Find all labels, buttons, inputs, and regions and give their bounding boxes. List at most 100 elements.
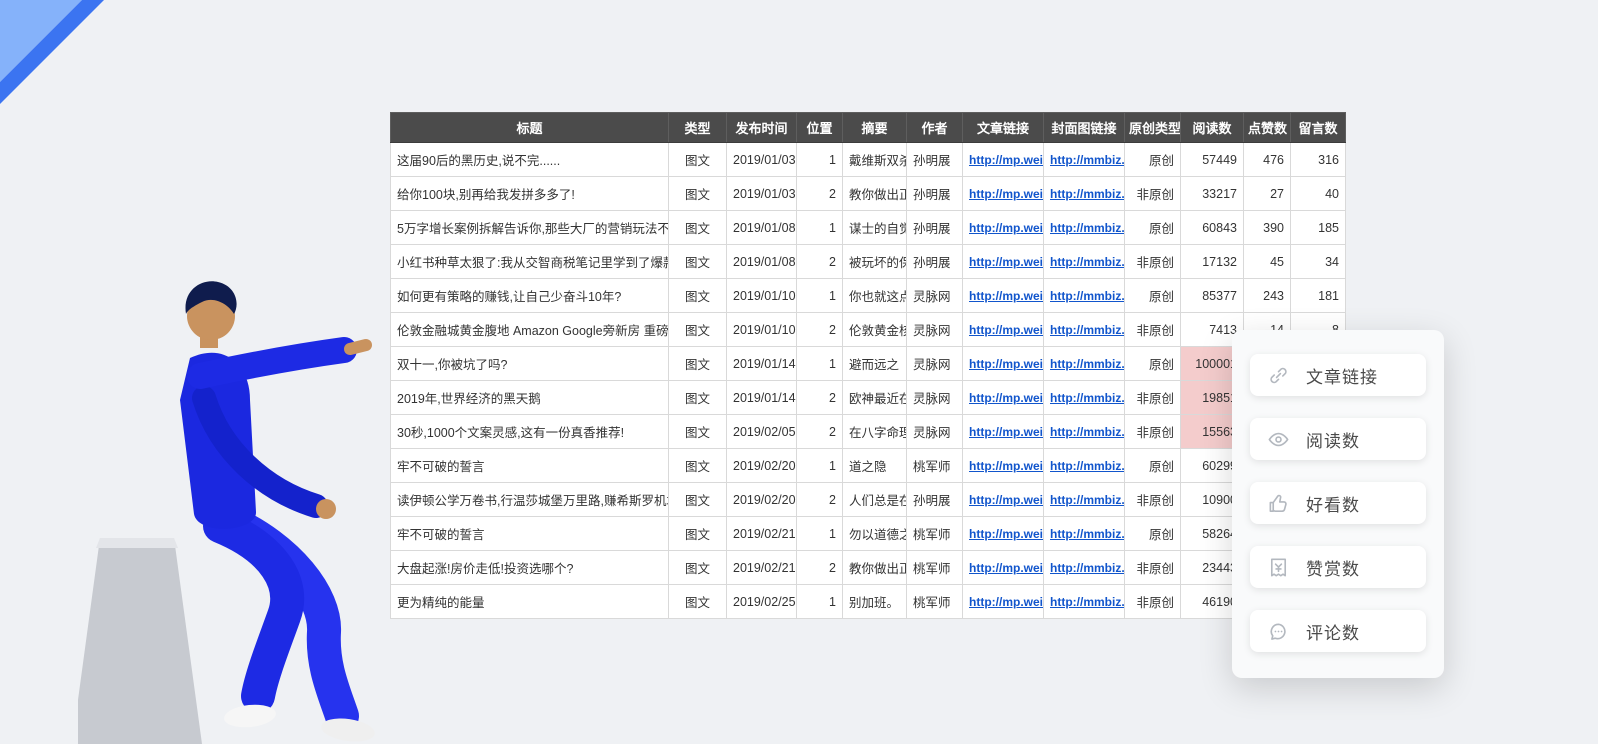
column-header: 摘要 — [843, 113, 907, 143]
cell-link[interactable]: http://mp.weix — [963, 415, 1044, 449]
cell-orig: 原创 — [1125, 211, 1181, 245]
article-link[interactable]: http://mp.weix — [969, 459, 1044, 473]
cell-date: 2019/02/25 — [727, 585, 797, 619]
menu-item-like-count[interactable]: 好看数 — [1250, 482, 1426, 524]
cell-link[interactable]: http://mp.weix — [963, 483, 1044, 517]
cover-link[interactable]: http://mmbiz.c — [1050, 493, 1125, 507]
cover-link[interactable]: http://mmbiz.c — [1050, 391, 1125, 405]
cell-date: 2019/02/20 — [727, 449, 797, 483]
link-icon — [1266, 363, 1290, 387]
cover-link[interactable]: http://mmbiz.c — [1050, 221, 1125, 235]
table-row: 2019年,世界经济的黑天鹅图文2019/01/142欧神最近在吐灵脉网http… — [391, 381, 1346, 415]
menu-item-read-count[interactable]: 阅读数 — [1250, 418, 1426, 460]
menu-item-comment-count[interactable]: 评论数 — [1250, 610, 1426, 652]
cover-link[interactable]: http://mmbiz.c — [1050, 323, 1125, 337]
cell-orig: 非原创 — [1125, 585, 1181, 619]
cover-link[interactable]: http://mmbiz.c — [1050, 255, 1125, 269]
article-link[interactable]: http://mp.weix — [969, 187, 1044, 201]
cell-cover[interactable]: http://mmbiz.c — [1044, 245, 1125, 279]
cell-orig: 原创 — [1125, 279, 1181, 313]
cover-link[interactable]: http://mmbiz.c — [1050, 459, 1125, 473]
cell-summary: 戴维斯双杀 — [843, 143, 907, 177]
cell-reads: 17132 — [1181, 245, 1244, 279]
cell-link[interactable]: http://mp.weix — [963, 279, 1044, 313]
article-link[interactable]: http://mp.weix — [969, 255, 1044, 269]
eye-icon — [1266, 427, 1290, 451]
cell-cover[interactable]: http://mmbiz.c — [1044, 483, 1125, 517]
article-link[interactable]: http://mp.weix — [969, 527, 1044, 541]
article-link[interactable]: http://mp.weix — [969, 391, 1044, 405]
cell-orig: 非原创 — [1125, 483, 1181, 517]
cell-link[interactable]: http://mp.weix — [963, 313, 1044, 347]
column-header: 文章链接 — [963, 113, 1044, 143]
cell-title: 更为精纯的能量 — [391, 585, 669, 619]
cell-author: 孙明展 — [907, 245, 963, 279]
cell-title: 这届90后的黑历史,说不完...... — [391, 143, 669, 177]
cell-link[interactable]: http://mp.weix — [963, 177, 1044, 211]
cover-link[interactable]: http://mmbiz.c — [1050, 527, 1125, 541]
cell-cover[interactable]: http://mmbiz.c — [1044, 381, 1125, 415]
cell-title: 小红书种草太狠了:我从交智商税笔记里学到了爆款套 — [391, 245, 669, 279]
cell-orig: 原创 — [1125, 449, 1181, 483]
article-link[interactable]: http://mp.weix — [969, 493, 1044, 507]
cover-link[interactable]: http://mmbiz.c — [1050, 289, 1125, 303]
table-row: 30秒,1000个文案灵感,这有一份真香推荐!图文2019/02/052在八字命… — [391, 415, 1346, 449]
cell-link[interactable]: http://mp.weix — [963, 585, 1044, 619]
cell-title: 30秒,1000个文案灵感,这有一份真香推荐! — [391, 415, 669, 449]
cell-pos: 1 — [797, 517, 843, 551]
cell-cover[interactable]: http://mmbiz.c — [1044, 177, 1125, 211]
cell-orig: 原创 — [1125, 517, 1181, 551]
article-link[interactable]: http://mp.weix — [969, 595, 1044, 609]
cell-link[interactable]: http://mp.weix — [963, 347, 1044, 381]
cell-cover[interactable]: http://mmbiz.c — [1044, 211, 1125, 245]
cell-summary: 教你做出正确 — [843, 551, 907, 585]
cell-link[interactable]: http://mp.weix — [963, 211, 1044, 245]
article-link[interactable]: http://mp.weix — [969, 153, 1044, 167]
cell-author: 孙明展 — [907, 483, 963, 517]
cell-link[interactable]: http://mp.weix — [963, 551, 1044, 585]
cover-link[interactable]: http://mmbiz.c — [1050, 425, 1125, 439]
cover-link[interactable]: http://mmbiz.c — [1050, 561, 1125, 575]
cell-date: 2019/01/08 — [727, 211, 797, 245]
article-link[interactable]: http://mp.weix — [969, 221, 1044, 235]
cell-cover[interactable]: http://mmbiz.c — [1044, 517, 1125, 551]
article-link[interactable]: http://mp.weix — [969, 289, 1044, 303]
article-link[interactable]: http://mp.weix — [969, 425, 1044, 439]
cell-title: 如何更有策略的赚钱,让自己少奋斗10年? — [391, 279, 669, 313]
cell-link[interactable]: http://mp.weix — [963, 449, 1044, 483]
cell-cover[interactable]: http://mmbiz.c — [1044, 585, 1125, 619]
menu-item-article-link[interactable]: 文章链接 — [1250, 354, 1426, 396]
cell-title: 5万字增长案例拆解告诉你,那些大厂的营销玩法不过如 — [391, 211, 669, 245]
cell-link[interactable]: http://mp.weix — [963, 381, 1044, 415]
cell-cover[interactable]: http://mmbiz.c — [1044, 279, 1125, 313]
table-row: 如何更有策略的赚钱,让自己少奋斗10年?图文2019/01/101你也就这点见灵… — [391, 279, 1346, 313]
cell-type: 图文 — [669, 143, 727, 177]
article-link[interactable]: http://mp.weix — [969, 561, 1044, 575]
column-header: 类型 — [669, 113, 727, 143]
cell-link[interactable]: http://mp.weix — [963, 517, 1044, 551]
cell-summary: 教你做出正确 — [843, 177, 907, 211]
cover-link[interactable]: http://mmbiz.c — [1050, 595, 1125, 609]
menu-item-reward-count[interactable]: 赞赏数 — [1250, 546, 1426, 588]
cell-link[interactable]: http://mp.weix — [963, 143, 1044, 177]
cell-link[interactable]: http://mp.weix — [963, 245, 1044, 279]
cell-cover[interactable]: http://mmbiz.c — [1044, 551, 1125, 585]
cell-cover[interactable]: http://mmbiz.c — [1044, 143, 1125, 177]
cell-orig: 非原创 — [1125, 381, 1181, 415]
cell-cover[interactable]: http://mmbiz.c — [1044, 347, 1125, 381]
article-link[interactable]: http://mp.weix — [969, 323, 1044, 337]
cell-cover[interactable]: http://mmbiz.c — [1044, 313, 1125, 347]
cell-author: 桃军师 — [907, 517, 963, 551]
cell-cover[interactable]: http://mmbiz.c — [1044, 415, 1125, 449]
cover-link[interactable]: http://mmbiz.c — [1050, 357, 1125, 371]
cell-pos: 2 — [797, 313, 843, 347]
article-link[interactable]: http://mp.weix — [969, 357, 1044, 371]
cell-type: 图文 — [669, 279, 727, 313]
cell-cover[interactable]: http://mmbiz.c — [1044, 449, 1125, 483]
cell-summary: 欧神最近在吐 — [843, 381, 907, 415]
cover-link[interactable]: http://mmbiz.c — [1050, 187, 1125, 201]
cell-reads: 33217 — [1181, 177, 1244, 211]
cell-reads: 85377 — [1181, 279, 1244, 313]
cell-summary: 伦敦黄金核心 — [843, 313, 907, 347]
cover-link[interactable]: http://mmbiz.c — [1050, 153, 1125, 167]
